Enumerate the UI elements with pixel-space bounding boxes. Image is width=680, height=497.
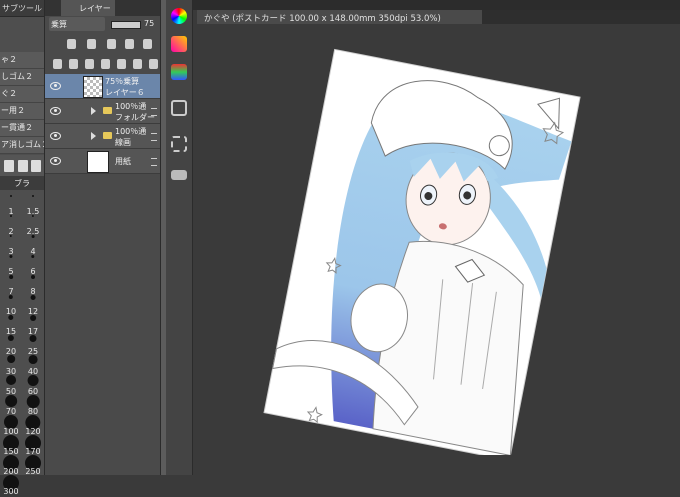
subtool-item[interactable]: ア消しゴム２ xyxy=(0,137,44,154)
subtool-tab-label: サブツール xyxy=(2,4,42,13)
brush-dot-icon xyxy=(7,355,15,363)
visibility-eye-icon[interactable] xyxy=(50,157,61,165)
blend-mode-value: 乗算 xyxy=(51,20,67,29)
lock-alpha-icon[interactable] xyxy=(143,39,152,49)
brush-size-cell[interactable]: 300 xyxy=(0,472,22,497)
reference-icon[interactable] xyxy=(87,39,96,49)
canvas-title: かぐや (ポストカード 100.00 x 148.00mm 350dpi 53.… xyxy=(204,14,441,24)
layer-menu-icon[interactable] xyxy=(151,108,157,116)
lock-icon[interactable] xyxy=(125,39,134,49)
layer-row-paper[interactable]: 用紙 xyxy=(45,149,160,174)
draft-icon[interactable] xyxy=(107,39,116,49)
brush-dot-icon xyxy=(9,235,13,238)
layer-tab-bar: レイヤー xyxy=(45,0,160,16)
delete-subtool-icon[interactable] xyxy=(31,160,41,172)
brush-dot-icon xyxy=(29,335,37,342)
canvas-tab-bar: かぐや (ポストカード 100.00 x 148.00mm 350dpi 53.… xyxy=(197,10,680,24)
brush-size-cell[interactable]: 250 xyxy=(22,452,44,477)
brush-dot-icon xyxy=(8,315,14,321)
subtool-item[interactable]: しゴム２ xyxy=(0,69,44,86)
layer-name: レイヤー６ xyxy=(105,88,145,97)
copy-subtool-icon[interactable] xyxy=(4,160,14,172)
opacity-value[interactable]: 75 xyxy=(144,19,154,28)
layer-blend-label: 100％通 xyxy=(115,102,147,111)
canvas-tab[interactable]: かぐや (ポストカード 100.00 x 148.00mm 350dpi 53.… xyxy=(197,10,482,24)
layer-name: 線画 xyxy=(115,138,131,147)
layer-blend-label: 100％通 xyxy=(115,127,147,136)
layer-name: フォルダー xyxy=(115,113,155,122)
brush-dot-icon xyxy=(26,395,40,408)
subtool-actions xyxy=(0,155,44,177)
brush-size-label: 300 xyxy=(3,487,19,496)
brush-dot-icon xyxy=(7,335,15,342)
brush-dot-icon xyxy=(10,215,12,217)
paper-thumbnail xyxy=(87,151,109,173)
subtool-item[interactable]: ー貫通２ xyxy=(0,120,44,137)
layer-property-icon[interactable] xyxy=(171,64,187,80)
expand-arrow-icon[interactable] xyxy=(91,107,96,115)
layer-thumbnail xyxy=(83,76,103,98)
brush-size-tab[interactable]: ブラ xyxy=(0,176,44,190)
layer-panel: レイヤー 乗算 75 75％乗算 レイヤー６ 100％通 フォルダー 100％通… xyxy=(45,0,161,475)
transfer-icon[interactable] xyxy=(101,59,110,69)
layer-menu-icon[interactable] xyxy=(151,158,157,166)
palette-icon-column xyxy=(166,0,193,475)
delete-layer-icon[interactable] xyxy=(149,59,158,69)
layer-menu-icon[interactable] xyxy=(151,133,157,141)
brush-dot-icon xyxy=(32,195,34,197)
brush-dot-icon xyxy=(6,375,16,385)
layer-row-folder[interactable]: 100％通 フォルダー xyxy=(45,99,160,124)
brush-dot-icon xyxy=(30,315,36,321)
brush-dot-icon xyxy=(31,235,35,238)
brush-dot-icon xyxy=(31,255,35,259)
material-icon[interactable] xyxy=(171,136,187,152)
brush-tab-label: ブラ xyxy=(14,179,30,188)
new-raster-layer-icon[interactable] xyxy=(53,59,62,69)
canvas-artwork[interactable] xyxy=(258,45,588,455)
navigator-icon[interactable] xyxy=(171,100,187,116)
layer-row-lineart[interactable]: 100％通 線画 xyxy=(45,124,160,149)
brush-dot-icon xyxy=(9,255,13,259)
mask-icon[interactable] xyxy=(133,59,142,69)
layer-name: 用紙 xyxy=(115,157,131,166)
layer-toolbar-2 xyxy=(45,55,160,73)
layer-tab[interactable]: レイヤー xyxy=(61,0,115,16)
subtool-item[interactable]: ー用２ xyxy=(0,103,44,120)
expand-arrow-icon[interactable] xyxy=(91,132,96,140)
folder-icon xyxy=(103,132,112,139)
color-wheel-icon[interactable] xyxy=(171,8,187,24)
brush-dot-icon xyxy=(8,295,14,300)
visibility-eye-icon[interactable] xyxy=(50,107,61,115)
brush-dot-icon xyxy=(9,275,13,279)
brush-dot-icon xyxy=(5,395,17,407)
color-palette-icon[interactable] xyxy=(171,36,187,52)
new-subtool-icon[interactable] xyxy=(18,160,28,172)
new-vector-layer-icon[interactable] xyxy=(69,59,78,69)
folder-icon xyxy=(103,107,112,114)
subtool-tab[interactable]: サブツール xyxy=(0,0,44,17)
brush-dot-icon xyxy=(31,215,35,218)
subtool-item[interactable]: ゃ２ xyxy=(0,52,44,69)
visibility-eye-icon[interactable] xyxy=(50,132,61,140)
opacity-slider[interactable] xyxy=(111,21,141,29)
brush-dot-icon xyxy=(30,295,36,300)
clip-icon[interactable] xyxy=(67,39,76,49)
subtool-item[interactable]: ぐ２ xyxy=(0,86,44,103)
brush-dot-icon xyxy=(31,275,35,279)
layer-row-layer6[interactable]: 75％乗算 レイヤー６ xyxy=(45,74,160,99)
folder-open-icon[interactable] xyxy=(171,170,187,180)
layer-blend-label: 75％乗算 xyxy=(105,77,140,86)
top-toolbar-strip xyxy=(192,0,680,10)
brush-dot-icon xyxy=(10,195,12,197)
layer-tab-label: レイヤー xyxy=(79,4,111,13)
layer-toolbar-1 xyxy=(45,35,160,53)
subtool-panel: サブツール ゃ２ しゴム２ ぐ２ ー用２ ー貫通２ ア消しゴム２ ブラ 11.5… xyxy=(0,0,45,496)
new-folder-icon[interactable] xyxy=(85,59,94,69)
combine-icon[interactable] xyxy=(117,59,126,69)
visibility-eye-icon[interactable] xyxy=(50,82,61,90)
brush-dot-icon xyxy=(27,375,39,386)
brush-dot-icon xyxy=(28,355,38,364)
